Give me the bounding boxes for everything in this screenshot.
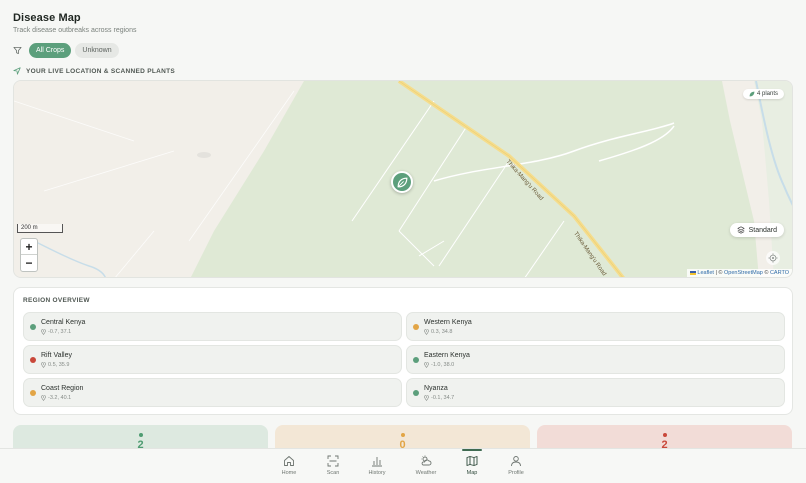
nav-label: Scan xyxy=(326,470,340,476)
region-coords-value: -3.2, 40.1 xyxy=(48,395,72,401)
navigation-arrow-icon xyxy=(13,67,21,75)
page-title: Disease Map xyxy=(13,12,81,24)
nav-item-home[interactable]: Home xyxy=(274,455,304,476)
map-icon xyxy=(466,456,478,466)
status-dot xyxy=(30,390,36,396)
disease-map[interactable]: Thika-Mang'u Road Thika-Mang'u Road 4 pl… xyxy=(13,80,793,278)
nav-label: Map xyxy=(466,470,478,476)
nav-label: Home xyxy=(281,470,297,476)
region-coords: 0.3, 34.8 xyxy=(424,329,452,335)
weather-icon xyxy=(421,455,432,466)
status-dot xyxy=(400,433,405,437)
status-dot xyxy=(413,324,419,330)
bottom-navigation: Home Scan History Weather Map Profile xyxy=(0,448,806,483)
region-list: Central Kenya -0.7, 37.1 Western Kenya 0… xyxy=(23,312,785,407)
nav-item-weather[interactable]: Weather xyxy=(411,455,441,476)
locate-me-button[interactable] xyxy=(766,251,780,265)
region-name: Rift Valley xyxy=(41,352,72,359)
plants-count-label: 4 plants xyxy=(756,91,778,97)
plants-count-badge: 4 plants xyxy=(742,89,784,99)
nav-label: History xyxy=(368,470,386,476)
nav-label: Profile xyxy=(508,470,524,476)
region-name: Western Kenya xyxy=(424,319,472,326)
location-pin-icon xyxy=(424,395,429,401)
attribution-carto-prefix: © xyxy=(762,270,770,276)
osm-link[interactable]: OpenStreetMap xyxy=(724,270,763,276)
live-location-heading: YOUR LIVE LOCATION & SCANNED PLANTS xyxy=(13,67,175,75)
region-coords: -1.0, 38.0 xyxy=(424,362,454,368)
leaf-icon xyxy=(397,177,407,187)
zoom-control: + − xyxy=(20,238,38,272)
page-header: Disease Map Track disease outbreaks acro… xyxy=(13,12,136,34)
region-coords: -0.1, 34.7 xyxy=(424,395,454,401)
user-icon xyxy=(511,456,521,467)
nav-item-profile[interactable]: Profile xyxy=(501,455,531,476)
region-coords: 0.5, 35.9 xyxy=(41,362,69,368)
region-coords-value: -0.1, 34.7 xyxy=(431,395,455,401)
status-dot xyxy=(662,433,667,437)
region-item-nyanza[interactable]: Nyanza -0.1, 34.7 xyxy=(406,378,785,407)
region-item-rift-valley[interactable]: Rift Valley 0.5, 35.9 xyxy=(23,345,402,374)
region-overview-card: REGION OVERVIEW Central Kenya -0.7, 37.1… xyxy=(13,287,793,415)
nav-item-scan[interactable]: Scan xyxy=(318,455,348,476)
nav-item-history[interactable]: History xyxy=(362,455,392,476)
leaflet-link[interactable]: Leaflet xyxy=(697,270,714,276)
layers-icon xyxy=(737,226,745,234)
region-coords-value: 0.3, 34.8 xyxy=(431,329,453,335)
page-subtitle: Track disease outbreaks across regions xyxy=(13,27,137,34)
location-pin-icon xyxy=(41,329,46,335)
status-dot xyxy=(30,357,36,363)
crop-filter-bar: All Crops Unknown xyxy=(13,43,119,58)
status-dot xyxy=(413,390,419,396)
bar-chart-icon xyxy=(372,457,382,467)
leaf-icon xyxy=(749,91,755,97)
nav-label: Weather xyxy=(415,470,437,476)
map-scale: 200 m xyxy=(17,224,63,233)
zoom-in-button[interactable]: + xyxy=(21,239,37,255)
region-coords: -3.2, 40.1 xyxy=(41,395,71,401)
region-item-coast-region[interactable]: Coast Region -3.2, 40.1 xyxy=(23,378,402,407)
region-name: Eastern Kenya xyxy=(424,352,470,359)
map-attribution: Leaflet | © OpenStreetMap © CARTO xyxy=(686,269,792,277)
region-item-central-kenya[interactable]: Central Kenya -0.7, 37.1 xyxy=(23,312,402,341)
region-name: Coast Region xyxy=(41,385,84,392)
live-location-label: YOUR LIVE LOCATION & SCANNED PLANTS xyxy=(26,67,176,75)
region-coords-value: -1.0, 38.0 xyxy=(431,362,455,368)
filter-icon xyxy=(13,46,22,55)
home-icon xyxy=(284,456,294,466)
plant-marker[interactable] xyxy=(391,171,413,193)
region-coords: -0.7, 37.1 xyxy=(41,329,71,335)
map-style-label: Standard xyxy=(748,226,777,234)
location-pin-icon xyxy=(424,329,429,335)
region-overview-title: REGION OVERVIEW xyxy=(23,297,90,304)
location-pin-icon xyxy=(41,395,46,401)
region-coords-value: 0.5, 35.9 xyxy=(48,362,70,368)
region-item-western-kenya[interactable]: Western Kenya 0.3, 34.8 xyxy=(406,312,785,341)
map-style-button[interactable]: Standard xyxy=(729,223,784,237)
filter-chip-all-crops[interactable]: All Crops xyxy=(29,43,72,58)
region-name: Central Kenya xyxy=(41,319,86,326)
zoom-out-button[interactable]: − xyxy=(21,255,37,271)
nav-item-map[interactable]: Map xyxy=(457,449,487,476)
status-dot xyxy=(30,324,36,330)
attribution-separator: | © xyxy=(713,270,724,276)
carto-link[interactable]: CARTO xyxy=(770,270,789,276)
status-dot xyxy=(413,357,419,363)
filter-chip-unknown[interactable]: Unknown xyxy=(75,43,119,58)
region-name: Nyanza xyxy=(424,385,448,392)
scan-icon xyxy=(327,455,339,467)
region-item-eastern-kenya[interactable]: Eastern Kenya -1.0, 38.0 xyxy=(406,345,785,374)
location-pin-icon xyxy=(424,362,429,368)
status-dot xyxy=(138,433,143,437)
ukraine-flag-icon xyxy=(689,270,696,275)
region-coords-value: -0.7, 37.1 xyxy=(48,329,72,335)
crosshair-icon xyxy=(768,253,778,263)
location-pin-icon xyxy=(41,362,46,368)
